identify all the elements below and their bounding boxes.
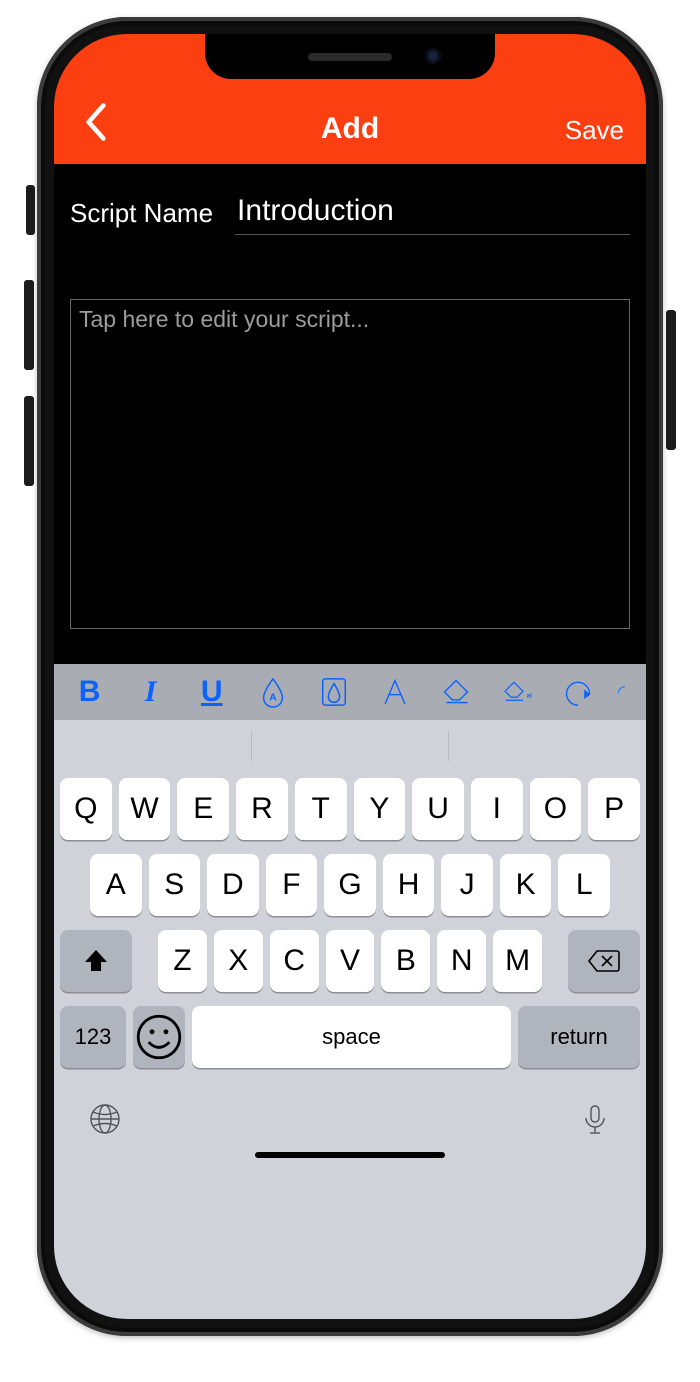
key-z[interactable]: Z [158, 930, 207, 992]
save-button[interactable]: Save [565, 115, 624, 146]
script-name-input[interactable] [235, 192, 630, 235]
key-a[interactable]: A [90, 854, 142, 916]
undo-button[interactable] [555, 670, 602, 714]
script-body-textarea[interactable] [70, 299, 630, 629]
key-d[interactable]: D [207, 854, 259, 916]
back-button[interactable] [72, 98, 120, 146]
key-q[interactable]: Q [60, 778, 112, 840]
suggestion-divider [448, 731, 449, 761]
shift-icon [82, 947, 110, 975]
font-button[interactable] [371, 670, 418, 714]
keyboard-region: B I U A [54, 664, 646, 1319]
key-r[interactable]: R [236, 778, 288, 840]
key-l[interactable]: L [558, 854, 610, 916]
key-o[interactable]: O [530, 778, 582, 840]
key-t[interactable]: T [295, 778, 347, 840]
device-frame: Add Save Script Name B I U [37, 17, 663, 1336]
key-n[interactable]: N [437, 930, 486, 992]
key-p[interactable]: P [588, 778, 640, 840]
key-j[interactable]: J [441, 854, 493, 916]
italic-button[interactable]: I [127, 670, 174, 714]
home-indicator[interactable] [255, 1152, 445, 1158]
key-e[interactable]: E [177, 778, 229, 840]
key-row-1: Q W E R T Y U I O P [60, 778, 640, 840]
key-v[interactable]: V [326, 930, 375, 992]
screen: Add Save Script Name B I U [54, 34, 646, 1319]
volume-down-button [24, 396, 34, 486]
app-root: Add Save Script Name B I U [54, 34, 646, 1319]
navbar-title: Add [54, 112, 646, 146]
key-u[interactable]: U [412, 778, 464, 840]
key-row-4: 123 space return [60, 1006, 640, 1068]
key-row-3: Z X C V B N M [60, 930, 640, 992]
suggestion-divider [251, 731, 252, 761]
eraser-button[interactable] [433, 670, 480, 714]
highlight-button[interactable] [310, 670, 357, 714]
font-icon [380, 676, 410, 708]
droplet-icon: A [258, 676, 288, 708]
key-b[interactable]: B [381, 930, 430, 992]
backspace-key[interactable] [568, 930, 640, 992]
emoji-key[interactable] [133, 1006, 185, 1068]
redo-icon [616, 676, 634, 708]
script-name-row: Script Name [70, 182, 630, 243]
key-w[interactable]: W [119, 778, 171, 840]
key-x[interactable]: X [214, 930, 263, 992]
speaker-grill [308, 53, 392, 61]
underline-button[interactable]: U [188, 670, 235, 714]
key-f[interactable]: F [266, 854, 318, 916]
globe-icon [88, 1102, 122, 1136]
space-key[interactable]: space [192, 1006, 511, 1068]
mute-switch [26, 185, 35, 235]
key-s[interactable]: S [149, 854, 201, 916]
dictation-key[interactable] [578, 1102, 612, 1141]
svg-text:all: all [527, 693, 532, 699]
keyboard-dock [54, 1080, 646, 1168]
shift-key[interactable] [60, 930, 132, 992]
notch [205, 34, 495, 79]
volume-up-button [24, 280, 34, 370]
key-i[interactable]: I [471, 778, 523, 840]
power-button [666, 310, 676, 450]
undo-icon [563, 676, 593, 708]
key-y[interactable]: Y [354, 778, 406, 840]
eraser-icon [441, 676, 471, 708]
key-c[interactable]: C [270, 930, 319, 992]
front-camera [425, 48, 441, 64]
return-key[interactable]: return [518, 1006, 640, 1068]
form-area: Script Name [54, 164, 646, 664]
emoji-icon [133, 1011, 185, 1063]
microphone-icon [578, 1102, 612, 1136]
globe-key[interactable] [88, 1102, 122, 1141]
key-k[interactable]: K [500, 854, 552, 916]
svg-text:A: A [269, 692, 277, 703]
backspace-icon [587, 948, 621, 974]
key-m[interactable]: M [493, 930, 542, 992]
chevron-left-icon [85, 102, 107, 142]
redo-button[interactable] [616, 670, 634, 714]
script-name-label: Script Name [70, 198, 213, 229]
keyboard: Q W E R T Y U I O P A S D [54, 772, 646, 1080]
key-g[interactable]: G [324, 854, 376, 916]
numbers-key[interactable]: 123 [60, 1006, 126, 1068]
bold-button[interactable]: B [66, 670, 113, 714]
erase-all-icon: all [502, 676, 532, 708]
format-toolbar: B I U A [54, 664, 646, 720]
suggestion-bar [54, 720, 646, 772]
erase-all-button[interactable]: all [494, 670, 541, 714]
highlight-icon [319, 676, 349, 708]
text-color-button[interactable]: A [249, 670, 296, 714]
key-row-2: A S D F G H J K L [60, 854, 640, 916]
key-h[interactable]: H [383, 854, 435, 916]
